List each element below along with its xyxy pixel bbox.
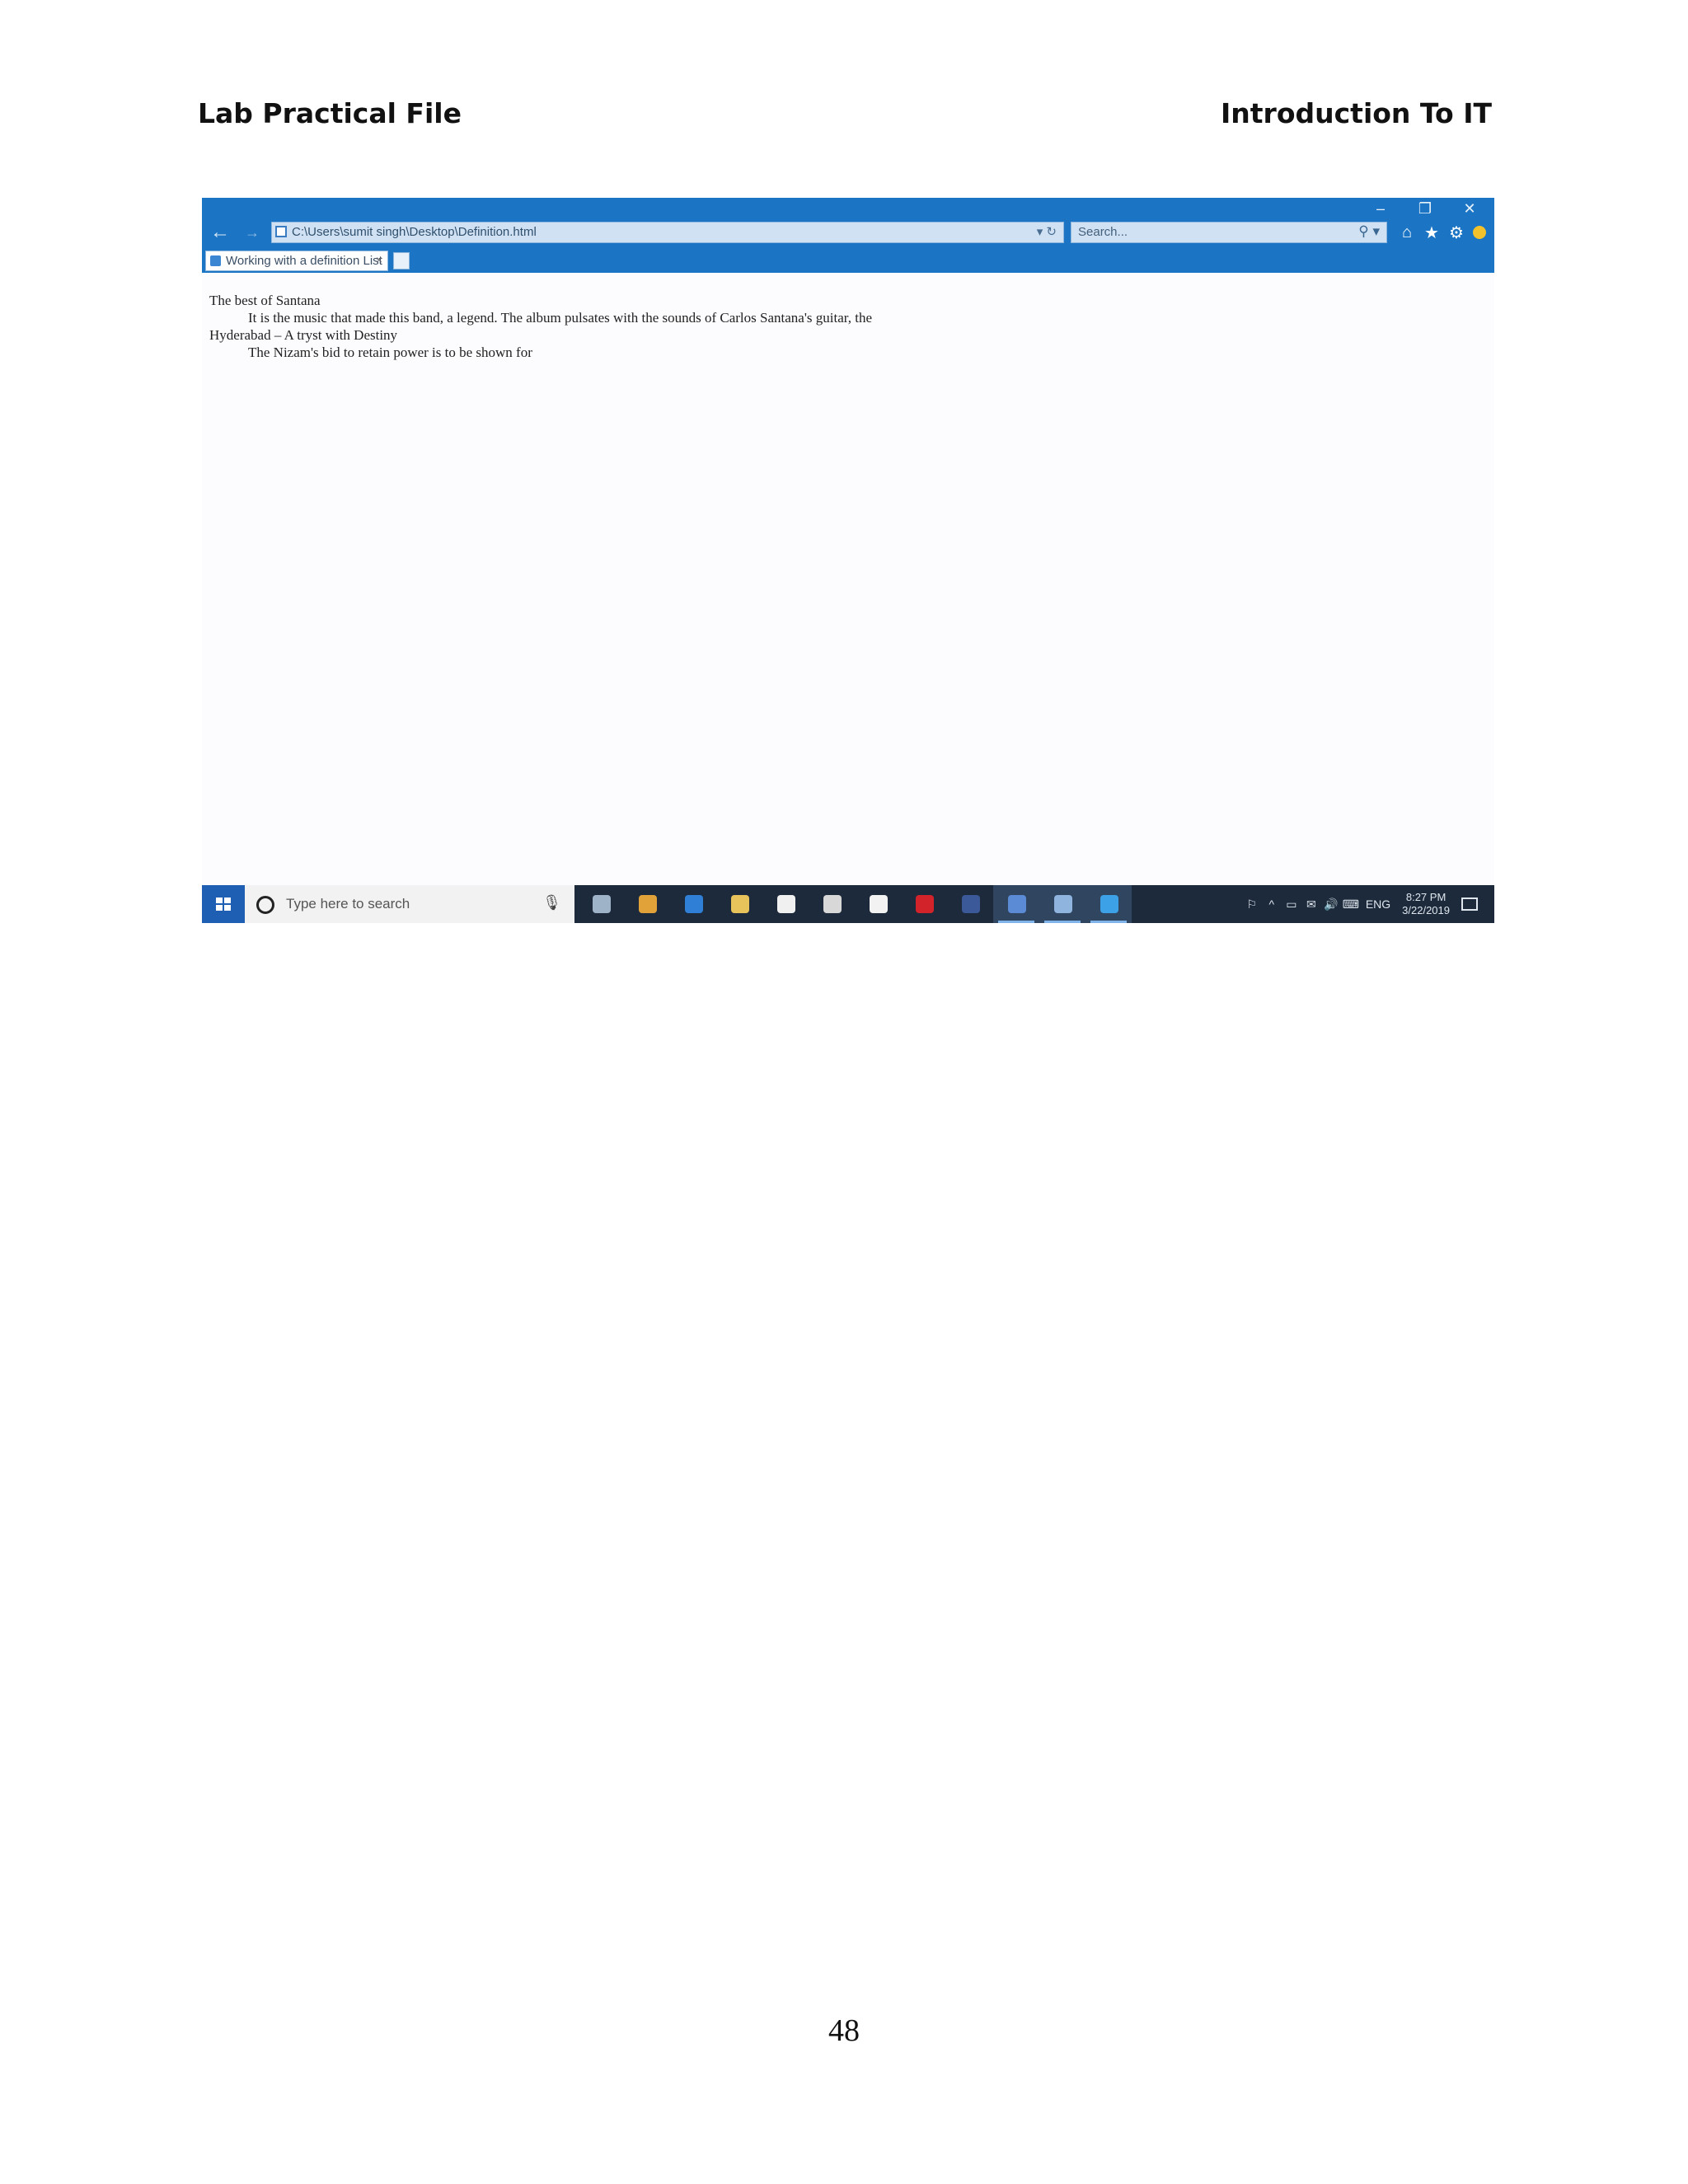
- browser-screenshot: – ❐ ✕ ← → C:\Users\sumit singh\Desktop\D…: [202, 198, 1494, 923]
- feedback-smiley-icon[interactable]: [1473, 226, 1486, 239]
- page-icon: [275, 226, 287, 237]
- store-icon: [777, 895, 795, 913]
- windows-logo-icon: [216, 898, 231, 911]
- chevron-up-icon[interactable]: ^: [1262, 898, 1282, 911]
- refresh-icon[interactable]: ▾ ↻: [1037, 224, 1057, 239]
- word-icon: [1008, 895, 1026, 913]
- favorites-star-icon[interactable]: ★: [1423, 223, 1440, 243]
- taskbar-app[interactable]: [624, 885, 670, 923]
- tab-row: Working with a definition List ×: [202, 249, 1494, 273]
- taskbar-app[interactable]: [947, 885, 993, 923]
- keyboard-icon[interactable]: ⌨: [1341, 898, 1361, 912]
- tab-title: Working with a definition List: [226, 254, 382, 268]
- language-indicator[interactable]: ENG: [1366, 898, 1390, 911]
- forward-arrow-icon[interactable]: →: [245, 222, 260, 243]
- taskbar-app[interactable]: [716, 885, 762, 923]
- address-bar[interactable]: C:\Users\sumit singh\Desktop\Definition.…: [271, 222, 1064, 243]
- clock[interactable]: 8:27 PM 3/22/2019: [1402, 891, 1450, 917]
- page-number: 48: [828, 2013, 860, 2048]
- taskbar-app[interactable]: [578, 885, 624, 923]
- toolbar-icons: ⌂ ★ ⚙: [1399, 220, 1486, 245]
- tab-page-icon: [210, 255, 221, 266]
- ie-chrome: – ❐ ✕ ← → C:\Users\sumit singh\Desktop\D…: [202, 198, 1494, 273]
- notification-icon[interactable]: [1461, 898, 1478, 911]
- start-button[interactable]: [202, 885, 245, 923]
- new-tab-button[interactable]: [393, 252, 410, 269]
- clock-time: 8:27 PM: [1405, 891, 1447, 903]
- search-box[interactable]: Search... ⚲ ▾: [1071, 222, 1387, 243]
- internet-explorer-icon: [1100, 895, 1118, 913]
- system-tray: ⚐ ^ ▭ ✉ 🔊 ⌨ ENG 8:27 PM 3/22/2019: [1242, 885, 1494, 923]
- network-icon[interactable]: ✉: [1301, 898, 1321, 912]
- header-right: Introduction To IT: [1221, 97, 1492, 129]
- taskbar-app[interactable]: [762, 885, 809, 923]
- back-arrow-icon[interactable]: ←: [210, 222, 230, 243]
- home-icon[interactable]: ⌂: [1399, 223, 1415, 242]
- facebook-icon: [962, 895, 980, 913]
- windows-taskbar: Type here to search 🎙 ⚐ ^ ▭ ✉ 🔊 ⌨ ENG 8:…: [202, 885, 1494, 923]
- file-explorer-icon: [731, 895, 749, 913]
- volume-icon[interactable]: 🔊: [1321, 898, 1341, 912]
- opera-icon: [916, 895, 934, 913]
- definition-description: It is the music that made this band, a l…: [248, 310, 873, 326]
- page-header: Lab Practical File Introduction To IT: [198, 97, 1492, 129]
- taskbar-app[interactable]: [809, 885, 855, 923]
- definition-term: Hyderabad – A tryst with Destiny: [209, 327, 398, 343]
- search-icon[interactable]: ⚲ ▾: [1358, 223, 1380, 240]
- groove-icon: [823, 895, 842, 913]
- header-left: Lab Practical File: [198, 97, 462, 129]
- taskbar-app[interactable]: [670, 885, 716, 923]
- tab-close-icon[interactable]: ×: [376, 253, 382, 266]
- close-icon[interactable]: ✕: [1461, 200, 1478, 218]
- taskbar-app[interactable]: [1039, 885, 1085, 923]
- mail-icon: [870, 895, 888, 913]
- window-controls: – ❐ ✕: [1372, 198, 1478, 219]
- tab-definition-list[interactable]: Working with a definition List ×: [205, 251, 388, 271]
- settings-gear-icon[interactable]: ⚙: [1448, 223, 1465, 243]
- definition-list: The best of Santana It is the music that…: [209, 292, 1446, 361]
- edge-icon: [685, 895, 703, 913]
- battery-icon[interactable]: ▭: [1282, 898, 1301, 912]
- notes-icon: [1054, 895, 1072, 913]
- taskbar-app[interactable]: [1085, 885, 1132, 923]
- clock-date: 3/22/2019: [1402, 904, 1450, 916]
- taskbar-app[interactable]: [901, 885, 947, 923]
- task-view-icon: [593, 895, 611, 913]
- definition-term: The best of Santana: [209, 293, 321, 308]
- minimize-icon[interactable]: –: [1372, 200, 1389, 218]
- cortana-icon: [256, 896, 274, 914]
- restore-icon[interactable]: ❐: [1417, 200, 1433, 218]
- search-placeholder: Search...: [1078, 225, 1128, 239]
- taskbar-app[interactable]: [855, 885, 901, 923]
- taskbar-apps: [578, 885, 1132, 923]
- people-icon[interactable]: ⚐: [1242, 898, 1262, 912]
- definition-description: The Nizam's bid to retain power is to be…: [248, 344, 532, 360]
- address-text: C:\Users\sumit singh\Desktop\Definition.…: [292, 225, 537, 239]
- microphone-icon[interactable]: 🎙: [542, 894, 561, 912]
- taskbar-app[interactable]: [993, 885, 1039, 923]
- nav-row: ← → C:\Users\sumit singh\Desktop\Definit…: [202, 220, 1494, 245]
- taskbar-search[interactable]: Type here to search 🎙: [245, 885, 574, 923]
- chrome-icon: [639, 895, 657, 913]
- taskbar-search-placeholder: Type here to search: [286, 896, 410, 912]
